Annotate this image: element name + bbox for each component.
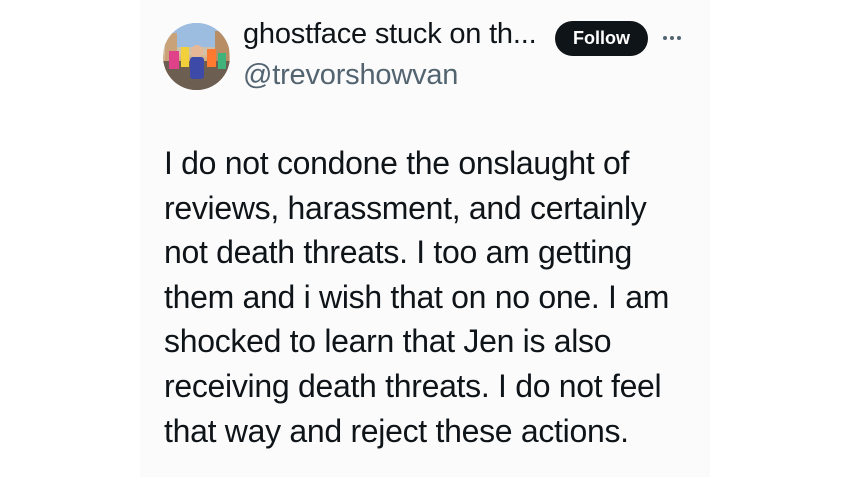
tweet-text-line: shocked to learn that Jen is also bbox=[164, 323, 612, 360]
author-display-name[interactable]: ghostface stuck on th... bbox=[243, 18, 537, 51]
tweet-text-line: not death threats. I too am getting bbox=[164, 234, 633, 271]
tweet-text-line: I do not condone the onslaught of bbox=[164, 145, 630, 181]
avatar-photo bbox=[163, 23, 230, 90]
tweet-text-line: them and i wish that on no one. I am bbox=[164, 278, 670, 315]
tweet-text: I do not condone the onslaught of review… bbox=[164, 141, 704, 453]
tweet-text-line: reviews, harassment, and certainly bbox=[164, 189, 647, 226]
author-handle[interactable]: @trevorshowvan bbox=[243, 59, 458, 92]
more-horizontal-icon[interactable] bbox=[660, 28, 684, 48]
tweet-text-line: receiving death threats. I do not feel bbox=[164, 367, 662, 404]
follow-button[interactable]: Follow bbox=[555, 21, 648, 56]
avatar[interactable] bbox=[163, 23, 230, 90]
tweet-text-line: that way and reject these actions. bbox=[164, 412, 629, 449]
